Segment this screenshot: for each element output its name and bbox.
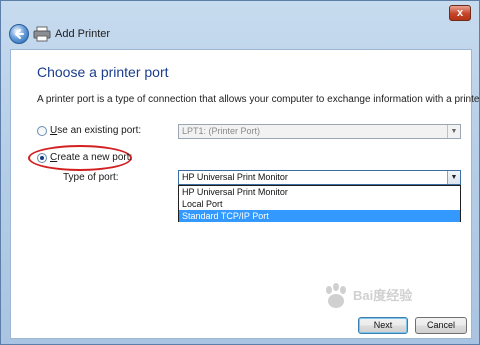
existing-port-label-text: se an existing port: [57, 125, 142, 136]
port-option-standard-tcpip[interactable]: Standard TCP/IP Port [179, 210, 460, 222]
port-option-local[interactable]: Local Port [179, 198, 460, 210]
port-option-hp-universal[interactable]: HP Universal Print Monitor [179, 186, 460, 198]
existing-port-dropdown: LPT1: (Printer Port) ▼ [178, 124, 461, 139]
type-of-port-dropdown[interactable]: HP Universal Print Monitor ▼ [178, 170, 461, 185]
window-title: Add Printer [55, 28, 111, 40]
page-heading: Choose a printer port [37, 64, 169, 80]
paw-logo-icon [326, 283, 346, 308]
type-of-port-value: HP Universal Print Monitor [182, 172, 288, 182]
baidu-watermark: Bai度经验 [321, 277, 471, 317]
back-button[interactable] [9, 24, 29, 44]
close-button[interactable]: x [449, 5, 471, 21]
type-of-port-label: Type of port: [63, 172, 119, 183]
new-port-label-text: reate a new port: [57, 152, 133, 163]
watermark-text: Bai度经验 [353, 288, 413, 303]
back-arrow-icon [15, 29, 24, 39]
next-button[interactable]: Next [358, 317, 408, 334]
add-printer-window: x Add Printer Choose a printer port A pr… [0, 0, 480, 345]
cancel-button[interactable]: Cancel [415, 317, 467, 334]
existing-port-value: LPT1: (Printer Port) [182, 126, 261, 136]
chevron-down-icon: ▼ [447, 125, 460, 138]
new-port-label[interactable]: Create a new port: [50, 152, 132, 163]
existing-port-radio[interactable] [37, 126, 47, 136]
type-of-port-list: HP Universal Print Monitor Local Port St… [178, 185, 461, 222]
page-description: A printer port is a type of connection t… [37, 94, 480, 105]
new-port-radio[interactable] [37, 153, 47, 163]
existing-port-label[interactable]: Use an existing port: [50, 125, 141, 136]
chevron-down-icon[interactable]: ▼ [447, 171, 460, 184]
printer-icon [33, 26, 51, 42]
